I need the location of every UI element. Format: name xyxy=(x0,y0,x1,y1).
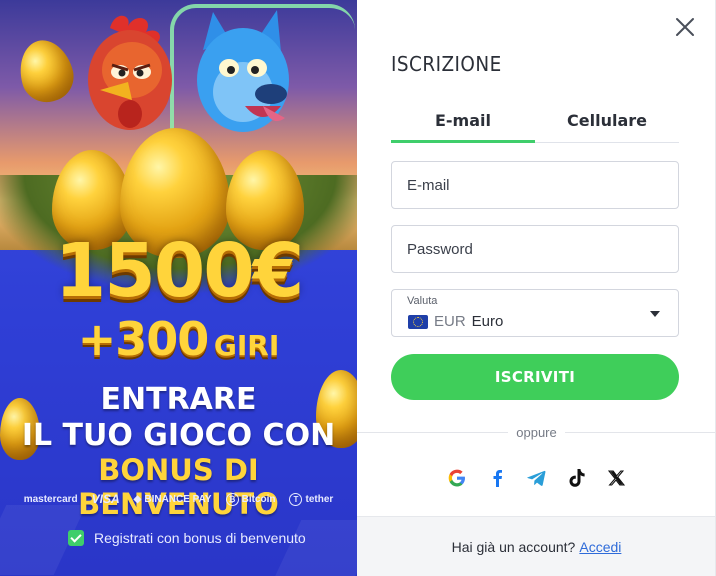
bonus-checkbox[interactable] xyxy=(68,530,84,546)
signup-button[interactable]: ISCRIVITI xyxy=(391,354,679,400)
currency-select[interactable]: Valuta EUR Euro xyxy=(391,289,679,337)
close-icon[interactable] xyxy=(674,16,696,38)
tab-phone[interactable]: Cellulare xyxy=(535,105,679,143)
bonus-amount: 1500€ xyxy=(54,228,304,314)
bonus-checkbox-label: Registrati con bonus di benvenuto xyxy=(94,530,306,546)
footer-text: Hai già un account? xyxy=(451,538,576,555)
login-footer: Hai già un account? Accedi xyxy=(357,516,716,576)
binance-icon: ◆ xyxy=(133,493,142,505)
signup-tabs: E-mail Cellulare xyxy=(391,105,679,143)
currency-name: Euro xyxy=(471,313,504,330)
tab-email[interactable]: E-mail xyxy=(391,105,535,143)
payment-label: Bitcoin xyxy=(241,493,276,505)
password-field[interactable] xyxy=(392,226,678,272)
x-icon[interactable] xyxy=(607,466,626,490)
promo-line-1: ENTRARE xyxy=(100,382,257,417)
eu-flag-icon xyxy=(408,314,428,329)
payment-tether: T tether xyxy=(289,492,334,506)
telegram-icon[interactable] xyxy=(527,466,546,490)
rooster-illustration xyxy=(88,15,172,130)
email-field[interactable] xyxy=(392,162,678,208)
tether-icon: T xyxy=(289,492,303,506)
email-field-container xyxy=(391,161,679,209)
social-login xyxy=(357,466,716,490)
payment-bitcoin: ₿ Bitcoin xyxy=(225,492,276,506)
payment-label: BINANCE PAY xyxy=(144,493,212,505)
payment-binance: ◆ BINANCE PAY xyxy=(134,494,212,505)
payment-label: VISA xyxy=(91,492,120,506)
bitcoin-icon: ₿ xyxy=(225,492,239,506)
login-link[interactable]: Accedi xyxy=(579,539,621,555)
free-spins-number: +300 xyxy=(77,312,210,366)
promo-line-3: BONUS DI BENVENUTO xyxy=(78,453,279,521)
promo-line-2: IL TUO GIOCO CON xyxy=(21,418,336,453)
promo-banner: 1500€ +300 GIRI ENTRARE IL TUO GIOCO CON… xyxy=(0,0,357,576)
payment-visa: VISA xyxy=(92,492,120,506)
tiktok-icon[interactable] xyxy=(567,466,586,490)
currency-value: EUR Euro xyxy=(408,313,503,330)
registration-panel: ISCRIZIONE E-mail Cellulare Valuta EUR E… xyxy=(357,0,716,576)
promo-decor xyxy=(268,520,357,576)
payment-label: mastercard xyxy=(23,493,78,505)
payment-label: tether xyxy=(305,493,334,505)
facebook-icon[interactable] xyxy=(487,466,506,490)
free-spins-word: GIRI xyxy=(213,329,280,362)
google-icon[interactable] xyxy=(447,466,466,490)
chevron-down-icon xyxy=(650,311,660,317)
payment-methods: mastercard VISA ◆ BINANCE PAY ₿ Bitcoin … xyxy=(0,492,357,506)
currency-label: Valuta xyxy=(407,295,438,307)
divider-label-row: oppure xyxy=(357,424,716,442)
divider-label: oppure xyxy=(508,425,565,440)
page-title: ISCRIZIONE xyxy=(391,52,502,76)
bonus-checkbox-row[interactable]: Registrati con bonus di benvenuto xyxy=(68,530,306,546)
payment-mastercard: mastercard xyxy=(24,494,78,505)
password-field-container xyxy=(391,225,679,273)
currency-code: EUR xyxy=(434,313,466,330)
free-spins: +300 GIRI xyxy=(0,312,357,366)
wolf-illustration xyxy=(197,10,289,132)
